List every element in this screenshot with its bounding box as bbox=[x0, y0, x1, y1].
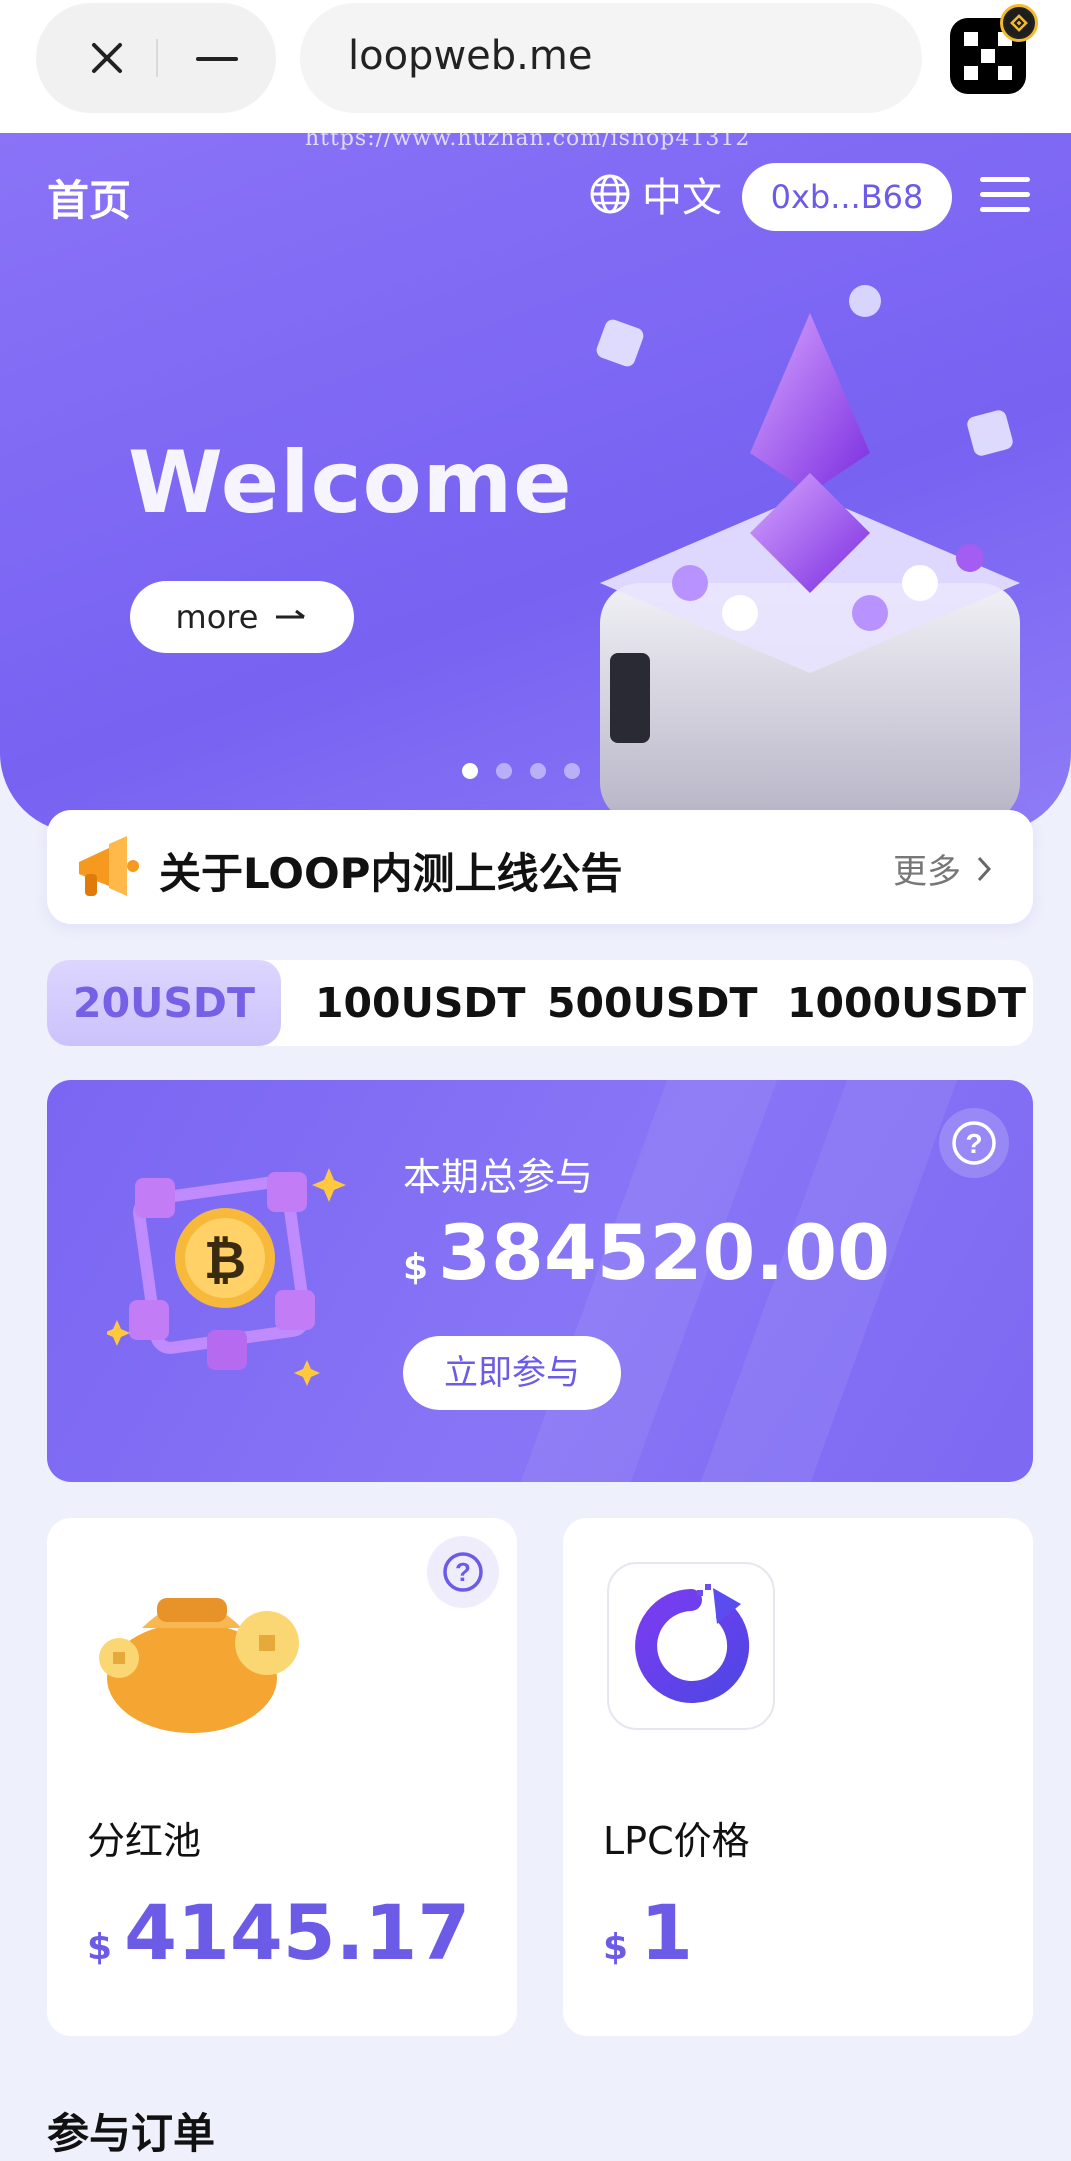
hero-banner: 首页 中文 0xb...B68 Welcome more bbox=[0, 133, 1071, 833]
participation-pool-card: ₿ 本期总参与 $ 384520.00 立即参与 ? bbox=[47, 1080, 1033, 1482]
language-label: 中文 bbox=[642, 175, 722, 221]
pool-amount: $ 384520.00 bbox=[403, 1208, 890, 1297]
carousel-dots bbox=[462, 763, 598, 779]
globe-icon bbox=[590, 174, 630, 214]
help-icon[interactable]: ? bbox=[427, 1536, 499, 1608]
svg-text:?: ? bbox=[965, 1128, 982, 1159]
banner-more-label: more bbox=[175, 598, 259, 636]
carousel-dot[interactable] bbox=[496, 763, 512, 779]
currency-symbol: $ bbox=[403, 1247, 429, 1288]
lpc-price-card: LPC价格 $ 1 bbox=[563, 1518, 1033, 2036]
pool-label: 本期总参与 bbox=[403, 1155, 594, 1199]
browser-top-bar: loopweb.me bbox=[0, 0, 1071, 133]
arrow-right-icon bbox=[276, 609, 306, 619]
dividend-pool-card: ? 分红池 $ 4145.17 bbox=[47, 1518, 517, 2036]
watermark: https://www.huzhan.com/ishop41312 bbox=[305, 126, 751, 151]
megaphone-icon bbox=[79, 836, 139, 896]
close-icon[interactable] bbox=[82, 33, 132, 83]
lpc-logo bbox=[607, 1562, 775, 1730]
url-text: loopweb.me bbox=[348, 33, 593, 79]
wallet-address: 0xb...B68 bbox=[770, 178, 924, 216]
join-now-button[interactable]: 立即参与 bbox=[403, 1336, 621, 1410]
controls-divider bbox=[156, 39, 158, 77]
language-switch[interactable]: 中文 bbox=[588, 169, 722, 221]
svg-text:₿: ₿ bbox=[204, 1232, 246, 1290]
chevron-right-icon bbox=[977, 856, 992, 881]
bitcoin-cube-icon: ₿ bbox=[107, 1168, 346, 1386]
wallet-address-button[interactable]: 0xb...B68 bbox=[742, 163, 952, 231]
svg-text:?: ? bbox=[455, 1557, 471, 1587]
browser-controls bbox=[36, 3, 276, 113]
currency-symbol: $ bbox=[603, 1927, 629, 1968]
announcement-bar[interactable]: 关于LOOP内测上线公告 更多 bbox=[47, 810, 1033, 924]
tab-500usdt[interactable]: 500USDT bbox=[547, 960, 757, 1046]
loop-logo-icon bbox=[635, 1584, 750, 1703]
lpc-amount-value: 1 bbox=[640, 1888, 693, 1977]
lpc-label: LPC价格 bbox=[603, 1819, 750, 1863]
minimize-icon[interactable] bbox=[196, 57, 238, 61]
announcement-text: 关于LOOP内测上线公告 bbox=[159, 849, 623, 898]
address-bar[interactable]: loopweb.me bbox=[300, 3, 922, 113]
binance-badge-icon bbox=[1000, 4, 1038, 42]
page-title: 首页 bbox=[47, 176, 132, 225]
banner-headline: Welcome bbox=[128, 433, 573, 533]
menu-icon[interactable] bbox=[980, 177, 1030, 217]
amount-tabs: 20USDT 100USDT 500USDT 1000USDT bbox=[47, 960, 1033, 1046]
carousel-dot[interactable] bbox=[564, 763, 580, 779]
tab-1000usdt[interactable]: 1000USDT bbox=[787, 960, 1026, 1046]
pool-amount-value: 384520.00 bbox=[438, 1208, 890, 1297]
carousel-dot[interactable] bbox=[462, 763, 478, 779]
banner-more-button[interactable]: more bbox=[130, 581, 354, 653]
money-bag-icon bbox=[99, 1598, 299, 1733]
orders-section-title: 参与订单 bbox=[47, 2109, 216, 2158]
tab-20usdt[interactable]: 20USDT bbox=[47, 960, 281, 1046]
announcement-more-link[interactable]: 更多 bbox=[893, 844, 997, 893]
ethereum-machine-illustration bbox=[596, 285, 1020, 823]
dividend-label: 分红池 bbox=[87, 1819, 202, 1863]
dividend-amount-value: 4145.17 bbox=[124, 1888, 471, 1977]
carousel-dot[interactable] bbox=[530, 763, 546, 779]
currency-symbol: $ bbox=[87, 1927, 113, 1968]
announcement-more-label: 更多 bbox=[893, 852, 961, 892]
help-icon[interactable]: ? bbox=[939, 1108, 1009, 1178]
tab-100usdt[interactable]: 100USDT bbox=[315, 960, 525, 1046]
dividend-amount: $ 4145.17 bbox=[87, 1888, 470, 1977]
lpc-amount: $ 1 bbox=[603, 1888, 693, 1977]
